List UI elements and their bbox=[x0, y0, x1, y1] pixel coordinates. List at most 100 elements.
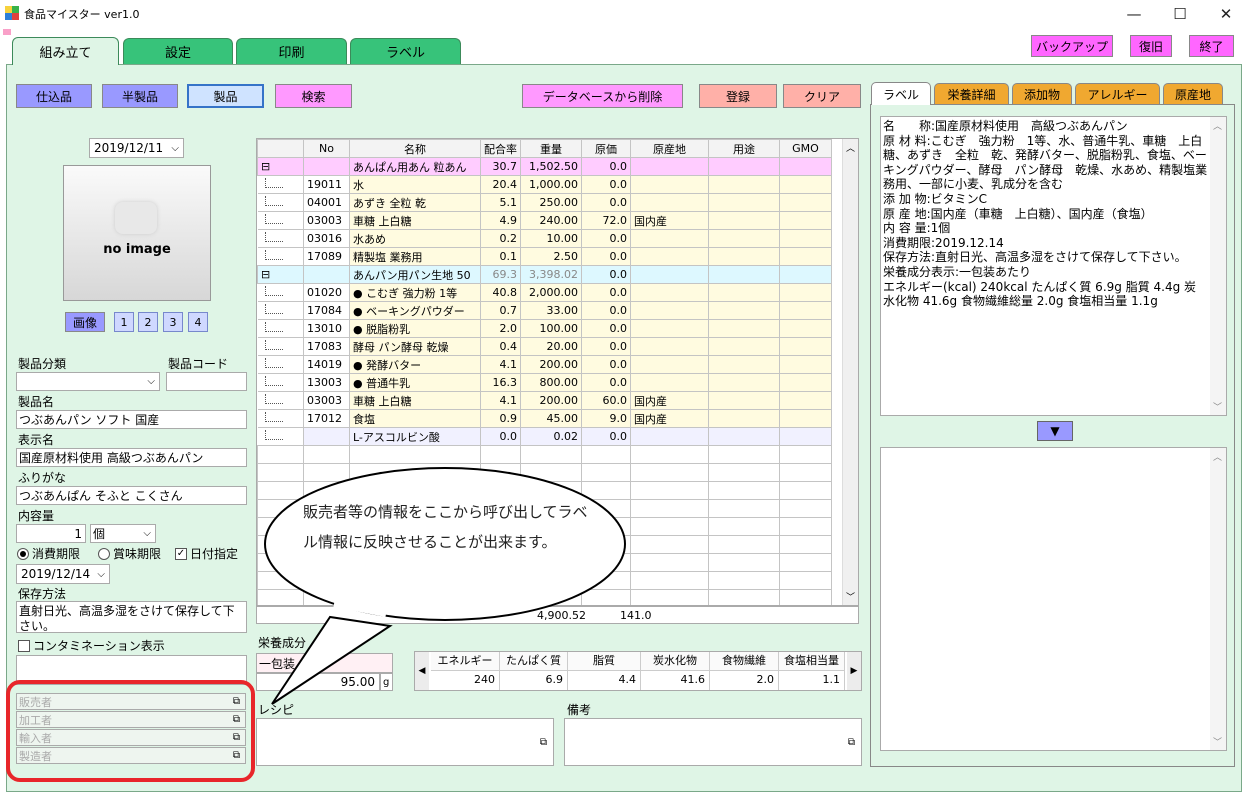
scroll-down-icon[interactable]: ﹀ bbox=[1213, 400, 1222, 413]
label-preview-text[interactable]: 名 称:国産原材料使用 高級つぶあんパン 原 材 料:こむぎ 強力粉 1等、水、… bbox=[880, 116, 1227, 416]
scroll-down-icon[interactable]: ﹀ bbox=[1213, 735, 1222, 748]
product-code-input[interactable] bbox=[166, 372, 247, 391]
image-2-button[interactable]: 2 bbox=[138, 312, 158, 332]
tab-origin[interactable]: 原産地 bbox=[1163, 83, 1223, 104]
grid-cell-tree bbox=[257, 283, 304, 302]
grid-header[interactable]: No bbox=[303, 139, 350, 158]
semi-product-button[interactable]: 半製品 bbox=[102, 84, 178, 108]
display-name-input[interactable]: 国産原材料使用 高級つぶあんパン bbox=[16, 448, 247, 467]
product-button[interactable]: 製品 bbox=[187, 84, 264, 108]
image-1-button[interactable]: 1 bbox=[114, 312, 134, 332]
date-picker[interactable]: 2019/12/11 ⌵ bbox=[89, 138, 184, 158]
maximize-button[interactable]: ☐ bbox=[1157, 0, 1203, 28]
search-button[interactable]: 検索 bbox=[275, 84, 352, 108]
unit-select[interactable]: 個 ⌵ bbox=[90, 524, 156, 543]
expiry-date-picker[interactable]: 2019/12/14 ⌵ bbox=[16, 564, 110, 584]
grid-header[interactable]: 用途 bbox=[708, 139, 780, 158]
tab-settings[interactable]: 設定 bbox=[123, 38, 233, 64]
grid-header[interactable]: 原産地 bbox=[630, 139, 709, 158]
table-row[interactable]: 17084 ● ベーキングパウダー 0.7 33.00 0.0 bbox=[257, 301, 832, 320]
scroll-up-icon[interactable]: ︿ bbox=[1213, 119, 1222, 132]
table-row[interactable]: 19011 水 20.4 1,000.00 0.0 bbox=[257, 175, 832, 194]
close-button[interactable]: ✕ bbox=[1203, 0, 1249, 28]
grid-cell-cost: 0.0 bbox=[581, 319, 631, 338]
category-select[interactable]: ⌵ bbox=[16, 372, 160, 391]
table-row[interactable]: 03003 車糖 上白糖 4.9 240.00 72.0 国内産 bbox=[257, 211, 832, 230]
image-4-button[interactable]: 4 bbox=[188, 312, 208, 332]
table-row[interactable]: 03016 水あめ 0.2 10.00 0.0 bbox=[257, 229, 832, 248]
grid-header[interactable]: 名称 bbox=[349, 139, 481, 158]
grid-cell-gmo bbox=[779, 157, 832, 176]
grid-cell-cost: 0.0 bbox=[581, 175, 631, 194]
grid-cell-use bbox=[708, 211, 780, 230]
scroll-up-icon[interactable]: ︿ bbox=[1213, 450, 1222, 463]
grid-cell-ratio: 0.4 bbox=[480, 337, 521, 356]
grid-cell-empty bbox=[779, 499, 832, 518]
output-scrollbar[interactable]: ︿ ﹀ bbox=[1210, 448, 1226, 750]
copy-icon[interactable]: ⧉ bbox=[845, 736, 858, 749]
grid-cell-weight: 800.00 bbox=[520, 373, 582, 392]
grid-header[interactable]: 配合率 bbox=[480, 139, 521, 158]
exit-button[interactable]: 終了 bbox=[1189, 35, 1234, 57]
tab-nutrition-detail[interactable]: 栄養詳細 bbox=[934, 83, 1009, 104]
grid-cell-tree bbox=[257, 301, 304, 320]
grid-header[interactable] bbox=[257, 139, 304, 158]
arrow-down-button[interactable]: ▼ bbox=[1037, 421, 1073, 441]
table-row-empty[interactable] bbox=[257, 445, 832, 464]
table-row[interactable]: 17089 精製塩 業務用 0.1 2.50 0.0 bbox=[257, 247, 832, 266]
expiry-best-radio[interactable]: 賞味期限 bbox=[98, 545, 161, 562]
table-row[interactable]: 01020 ● こむぎ 強力粉 1等 40.8 2,000.00 0.0 bbox=[257, 283, 832, 302]
grid-cell-gmo bbox=[779, 193, 832, 212]
tab-print[interactable]: 印刷 bbox=[236, 38, 347, 64]
scroll-right-icon[interactable]: ▶ bbox=[847, 652, 861, 690]
storage-input[interactable]: 直射日光、高温多湿をさけて保存して下さい。 bbox=[16, 601, 247, 633]
expiry-consume-radio[interactable]: 消費期限 bbox=[17, 545, 80, 562]
furigana-input[interactable]: つぶあんぱん そふと こくさん bbox=[16, 486, 247, 505]
grid-header[interactable]: 重量 bbox=[520, 139, 582, 158]
table-row[interactable]: 13003 ● 普通牛乳 16.3 800.00 0.0 bbox=[257, 373, 832, 392]
table-row[interactable]: 04001 あずき 全粒 乾 5.1 250.00 0.0 bbox=[257, 193, 832, 212]
product-image: no image bbox=[63, 165, 211, 301]
window-title: 食品マイスター ver1.0 bbox=[24, 8, 140, 21]
minimize-button[interactable]: — bbox=[1111, 0, 1157, 28]
contamination-checkbox[interactable]: コンタミネーション表示 bbox=[18, 637, 165, 654]
scroll-up-icon[interactable]: ︿ bbox=[846, 141, 855, 154]
grid-cell-gmo bbox=[779, 247, 832, 266]
grid-header[interactable]: GMO bbox=[779, 139, 832, 158]
table-row[interactable]: 14019 ● 発酵バター 4.1 200.00 0.0 bbox=[257, 355, 832, 374]
product-name-input[interactable]: つぶあんパン ソフト 国産 bbox=[16, 410, 247, 429]
grid-scrollbar[interactable]: ︿ ﹀ bbox=[842, 139, 858, 605]
grid-cell-ratio: 0.2 bbox=[480, 229, 521, 248]
grid-cell-use bbox=[708, 175, 780, 194]
table-row[interactable]: L-アスコルビン酸 0.0 0.02 0.0 bbox=[257, 427, 832, 446]
table-row[interactable]: 17083 酵母 パン酵母 乾燥 0.4 20.00 0.0 bbox=[257, 337, 832, 356]
copy-icon[interactable]: ⧉ bbox=[537, 736, 550, 749]
prep-button[interactable]: 仕込品 bbox=[16, 84, 92, 108]
content-amount-input[interactable]: 1 bbox=[16, 524, 86, 543]
register-button[interactable]: 登録 bbox=[699, 84, 777, 108]
table-row[interactable]: 17012 食塩 0.9 45.00 9.0 国内産 bbox=[257, 409, 832, 428]
label-scrollbar[interactable]: ︿ ﹀ bbox=[1210, 117, 1226, 415]
date-spec-checkbox[interactable]: ✓ 日付指定 bbox=[175, 545, 238, 562]
tab-additives[interactable]: 添加物 bbox=[1012, 83, 1072, 104]
image-3-button[interactable]: 3 bbox=[163, 312, 183, 332]
radio-icon bbox=[98, 547, 110, 560]
table-row[interactable]: 13010 ● 脱脂粉乳 2.0 100.00 0.0 bbox=[257, 319, 832, 338]
scroll-down-icon[interactable]: ﹀ bbox=[846, 590, 855, 603]
grid-cell-empty bbox=[779, 481, 832, 500]
label-output-text[interactable] bbox=[880, 447, 1227, 751]
table-row[interactable]: ⊟ あんパン用パン生地 50 69.3 3,398.02 0.0 bbox=[257, 265, 832, 284]
grid-header[interactable]: 原価 bbox=[581, 139, 631, 158]
grid-cell-name: 車糖 上白糖 bbox=[349, 211, 481, 230]
tab-assembly[interactable]: 組み立て bbox=[12, 37, 119, 65]
image-button[interactable]: 画像 bbox=[65, 312, 105, 332]
clear-button[interactable]: クリア bbox=[783, 84, 861, 108]
table-row[interactable]: ⊟ あんぱん用あん 粒あん 30.7 1,502.50 0.0 bbox=[257, 157, 832, 176]
table-row[interactable]: 03003 車糖 上白糖 4.1 200.00 60.0 国内産 bbox=[257, 391, 832, 410]
tab-label[interactable]: ラベル bbox=[350, 38, 461, 64]
delete-from-db-button[interactable]: データベースから削除 bbox=[522, 84, 683, 108]
restore-button[interactable]: 復旧 bbox=[1130, 35, 1172, 57]
backup-button[interactable]: バックアップ bbox=[1031, 35, 1113, 57]
tab-label-preview[interactable]: ラベル bbox=[871, 82, 931, 105]
tab-allergy[interactable]: アレルギー bbox=[1075, 83, 1160, 104]
